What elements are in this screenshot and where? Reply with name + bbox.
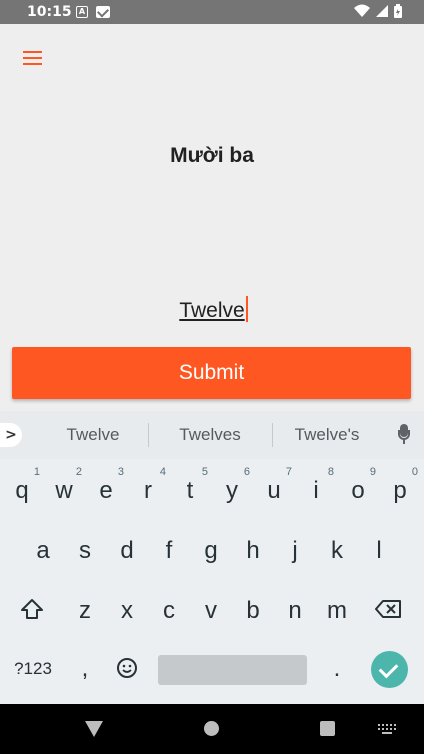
key-x[interactable]: x <box>107 597 147 625</box>
soft-keyboard: > Twelve Twelves Twelve's q1 w2 e3 r4 t5… <box>0 411 424 704</box>
key-b[interactable]: b <box>233 597 273 625</box>
battery-icon <box>394 4 402 18</box>
status-time: 10:15 <box>27 4 72 20</box>
home-circle-icon[interactable] <box>204 721 219 736</box>
notification-a-icon: A <box>76 6 88 18</box>
symbols-key[interactable]: ?123 <box>12 659 54 679</box>
key-t[interactable]: t5 <box>170 466 210 505</box>
wifi-icon <box>354 4 370 17</box>
app-content: Mười ba Submit <box>0 24 424 411</box>
key-f[interactable]: f <box>149 537 189 565</box>
suggestion-2[interactable]: Twelves <box>155 425 265 445</box>
key-y[interactable]: y6 <box>212 466 252 505</box>
key-a[interactable]: a <box>23 537 63 565</box>
suggestion-divider <box>148 423 149 447</box>
key-c[interactable]: c <box>149 597 189 625</box>
key-g[interactable]: g <box>191 537 231 565</box>
suggestion-3[interactable]: Twelve's <box>272 425 382 445</box>
key-period[interactable]: . <box>317 655 357 683</box>
key-w[interactable]: w2 <box>44 466 84 505</box>
enter-check-icon[interactable] <box>371 651 408 688</box>
system-nav-bar <box>0 704 424 754</box>
key-m[interactable]: m <box>317 597 357 625</box>
key-o[interactable]: o9 <box>338 466 378 505</box>
key-k[interactable]: k <box>317 537 357 565</box>
status-icons <box>354 4 402 18</box>
recents-square-icon[interactable] <box>320 721 335 736</box>
key-i[interactable]: i8 <box>296 466 336 505</box>
key-d[interactable]: d <box>107 537 147 565</box>
key-s[interactable]: s <box>65 537 105 565</box>
suggestion-1[interactable]: Twelve <box>38 425 148 445</box>
backspace-icon[interactable] <box>368 597 408 628</box>
key-p[interactable]: p0 <box>380 466 420 505</box>
key-h[interactable]: h <box>233 537 273 565</box>
shift-icon[interactable] <box>12 597 52 628</box>
microphone-icon[interactable] <box>398 424 410 446</box>
emoji-icon[interactable] <box>107 657 147 686</box>
gmail-icon <box>96 6 110 18</box>
key-v[interactable]: v <box>191 597 231 625</box>
key-z[interactable]: z <box>65 597 105 625</box>
key-q[interactable]: q1 <box>2 466 42 505</box>
key-comma[interactable]: , <box>65 655 105 683</box>
key-l[interactable]: l <box>359 537 399 565</box>
space-key[interactable] <box>158 655 307 685</box>
key-u[interactable]: u7 <box>254 466 294 505</box>
back-triangle-icon[interactable] <box>85 721 103 737</box>
submit-button[interactable]: Submit <box>12 347 411 399</box>
suggestion-strip: > Twelve Twelves Twelve's <box>0 411 424 459</box>
key-e[interactable]: e3 <box>86 466 126 505</box>
key-n[interactable]: n <box>275 597 315 625</box>
key-r[interactable]: r4 <box>128 466 168 505</box>
signal-icon <box>376 5 388 17</box>
text-cursor <box>246 296 248 322</box>
key-j[interactable]: j <box>275 537 315 565</box>
prompt-text: Mười ba <box>170 144 254 167</box>
status-bar: 10:15 A <box>0 0 424 24</box>
keyboard-switch-icon[interactable] <box>378 724 396 736</box>
chevron-right-icon[interactable]: > <box>0 423 22 447</box>
hamburger-menu-icon[interactable] <box>23 44 49 70</box>
